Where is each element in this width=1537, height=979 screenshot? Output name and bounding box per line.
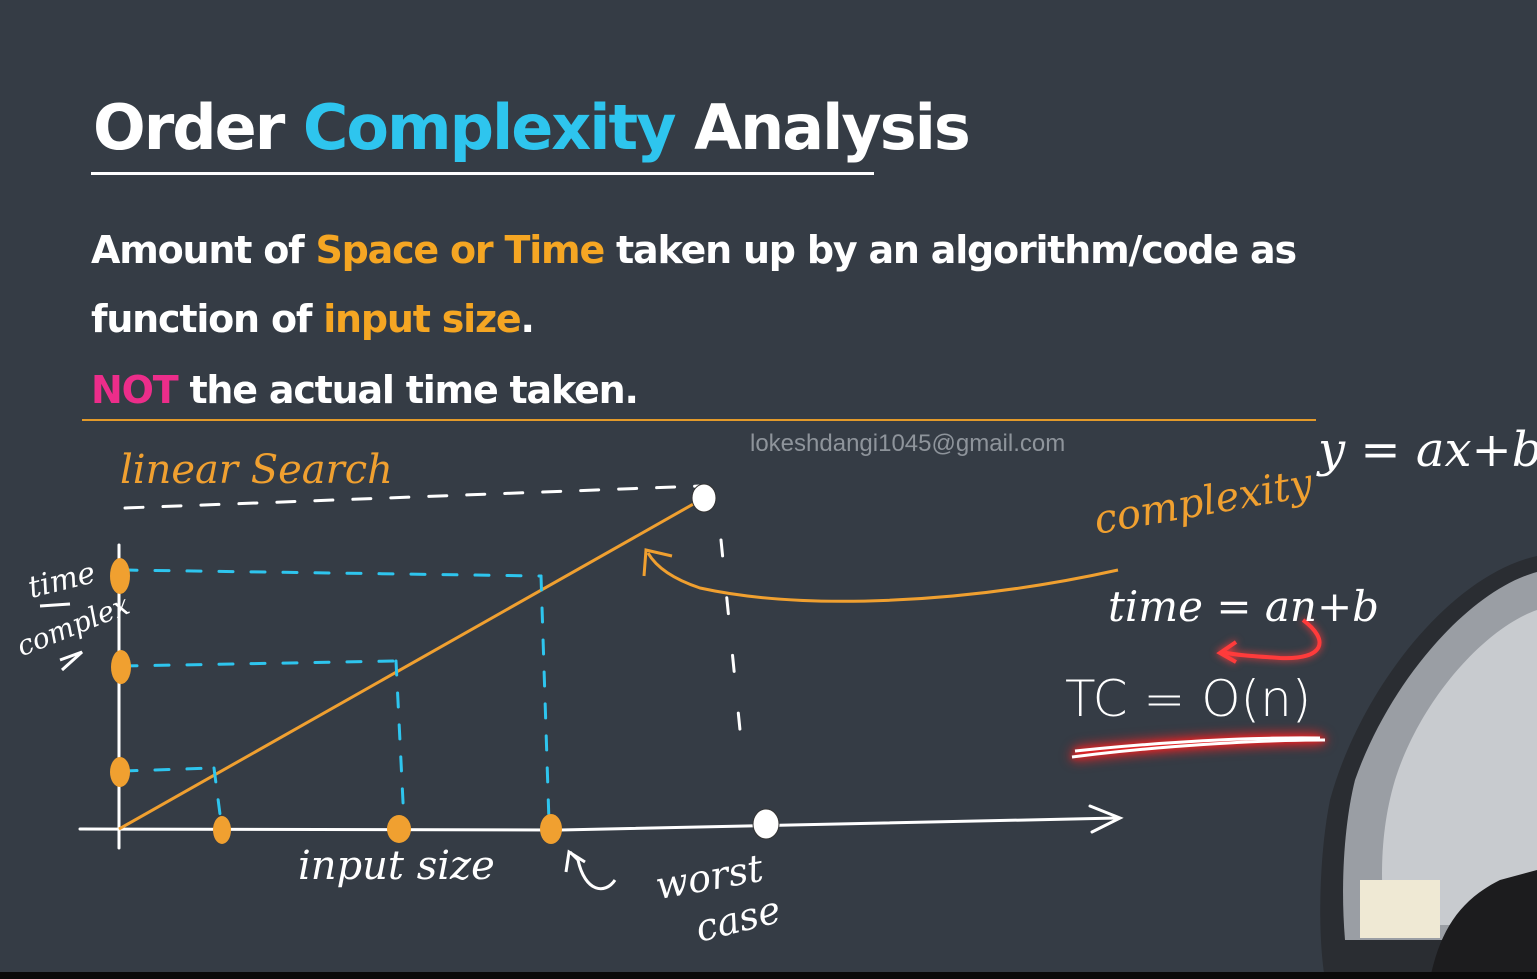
guide-h-low xyxy=(121,766,216,773)
label-y-equation: y = ax+b xyxy=(1318,422,1537,478)
guide-v-mid xyxy=(394,659,406,824)
complexity-pointer-arrow xyxy=(646,552,1119,603)
point-y-mid xyxy=(111,650,131,684)
label-input-size: input size xyxy=(298,843,495,889)
time-label-arrow xyxy=(59,650,84,672)
input-size-arrowhead xyxy=(564,849,586,873)
label-linear-search: linear Search xyxy=(120,447,393,493)
guide-v-low xyxy=(212,766,223,824)
point-x-2 xyxy=(387,815,411,843)
point-x-3 xyxy=(540,814,562,844)
slide: Order Complexity Analysis Amount of Spac… xyxy=(0,0,1537,979)
worst-case-vertical-dash xyxy=(719,538,745,762)
time-label-dash xyxy=(39,602,71,608)
line-end-point xyxy=(691,483,717,513)
worst-case-point xyxy=(752,808,780,840)
complexity-line xyxy=(118,496,705,831)
point-y-low xyxy=(110,757,130,787)
guide-h-top xyxy=(121,568,543,578)
guide-h-mid xyxy=(121,659,398,668)
guide-v-right xyxy=(539,574,551,824)
point-x-1 xyxy=(213,816,231,844)
x-axis xyxy=(78,816,1120,832)
label-time-equation: time = an+b xyxy=(1108,582,1380,631)
bottom-bar xyxy=(0,972,1537,979)
label-tc-equation: TC = O(n) xyxy=(1065,670,1312,728)
